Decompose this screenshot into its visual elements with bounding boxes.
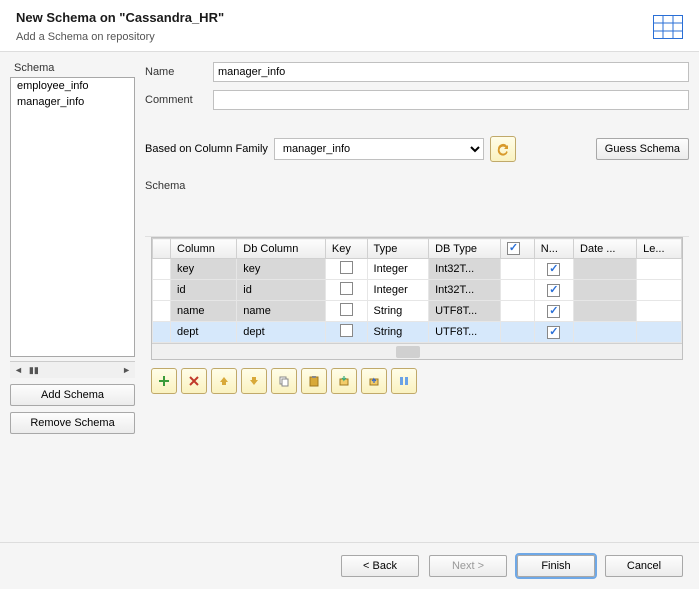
col-header-dbtype[interactable]: DB Type [429,239,501,259]
cell-dbcolumn[interactable]: dept [237,322,326,343]
cell-dbcolumn[interactable]: key [237,259,326,280]
table-row[interactable]: idid IntegerInt32T... [153,280,682,301]
cell-column[interactable]: key [171,259,237,280]
col-header-date[interactable]: Date ... [574,239,637,259]
cell-dbtype[interactable]: Int32T... [429,259,501,280]
dialog-subtitle: Add a Schema on repository [16,31,224,43]
cell-n[interactable] [534,301,573,322]
columns-icon[interactable] [391,368,417,394]
cell-n[interactable] [534,259,573,280]
table-row[interactable]: namename StringUTF8T... [153,301,682,322]
cell-n[interactable] [534,280,573,301]
schema-list-item[interactable]: manager_info [11,94,134,110]
schema-list-label: Schema [14,62,135,74]
copy-icon[interactable] [271,368,297,394]
col-header-key[interactable]: Key [325,239,367,259]
cell-date[interactable] [574,322,637,343]
cell-dbtype[interactable]: UTF8T... [429,322,501,343]
back-button[interactable]: < Back [341,555,419,577]
add-row-icon[interactable] [151,368,177,394]
dialog-header: New Schema on "Cassandra_HR" Add a Schem… [0,0,699,52]
cell-n-check[interactable] [500,301,534,322]
cell-column[interactable]: id [171,280,237,301]
cell-n[interactable] [534,322,573,343]
cell-n-check[interactable] [500,322,534,343]
import-icon[interactable] [331,368,357,394]
cell-le[interactable] [637,280,682,301]
cell-key[interactable] [325,259,367,280]
cell-dbcolumn[interactable]: name [237,301,326,322]
col-header-column[interactable]: Column [171,239,237,259]
col-header-n[interactable]: N... [534,239,573,259]
col-header-n-check[interactable] [500,239,534,259]
cell-date[interactable] [574,280,637,301]
cell-key[interactable] [325,322,367,343]
paste-icon[interactable] [301,368,327,394]
move-up-icon[interactable] [211,368,237,394]
cell-n-check[interactable] [500,259,534,280]
schema-section-label: Schema [145,180,689,192]
column-family-select[interactable]: manager_info [274,138,484,160]
comment-label: Comment [145,94,205,106]
cell-key[interactable] [325,301,367,322]
schema-list[interactable]: employee_info manager_info [10,77,135,357]
finish-button[interactable]: Finish [517,555,595,577]
table-row[interactable]: deptdept StringUTF8T... [153,322,682,343]
cell-dbtype[interactable]: UTF8T... [429,301,501,322]
name-input[interactable] [213,62,689,82]
add-schema-button[interactable]: Add Schema [10,384,135,406]
cell-type[interactable]: Integer [367,280,429,301]
name-label: Name [145,66,205,78]
refresh-icon[interactable] [490,136,516,162]
cell-type[interactable]: Integer [367,259,429,280]
cell-key[interactable] [325,280,367,301]
cell-le[interactable] [637,322,682,343]
cell-le[interactable] [637,301,682,322]
table-row[interactable]: keykey IntegerInt32T... [153,259,682,280]
cell-dbcolumn[interactable]: id [237,280,326,301]
guess-schema-button[interactable]: Guess Schema [596,138,689,160]
comment-input[interactable] [213,90,689,110]
remove-schema-button[interactable]: Remove Schema [10,412,135,434]
cell-date[interactable] [574,259,637,280]
dialog-title: New Schema on "Cassandra_HR" [16,10,224,25]
col-header-type[interactable]: Type [367,239,429,259]
next-button[interactable]: Next > [429,555,507,577]
cell-le[interactable] [637,259,682,280]
cell-column[interactable]: name [171,301,237,322]
cell-date[interactable] [574,301,637,322]
cell-type[interactable]: String [367,301,429,322]
schema-list-item[interactable]: employee_info [11,78,134,94]
schema-list-scrollbar[interactable]: ◄▮▮► [10,361,135,378]
column-family-label: Based on Column Family [145,143,268,155]
dialog-footer: < Back Next > Finish Cancel [0,542,699,589]
cell-column[interactable]: dept [171,322,237,343]
schema-table[interactable]: Column Db Column Key Type DB Type N... D… [151,237,683,360]
cell-type[interactable]: String [367,322,429,343]
cancel-button[interactable]: Cancel [605,555,683,577]
grid-icon [653,15,683,39]
col-header-le[interactable]: Le... [637,239,682,259]
export-icon[interactable] [361,368,387,394]
cell-dbtype[interactable]: Int32T... [429,280,501,301]
schema-toolbar [151,368,683,394]
cell-n-check[interactable] [500,280,534,301]
col-header-dbcolumn[interactable]: Db Column [237,239,326,259]
table-scrollbar[interactable] [152,343,682,359]
move-down-icon[interactable] [241,368,267,394]
delete-row-icon[interactable] [181,368,207,394]
